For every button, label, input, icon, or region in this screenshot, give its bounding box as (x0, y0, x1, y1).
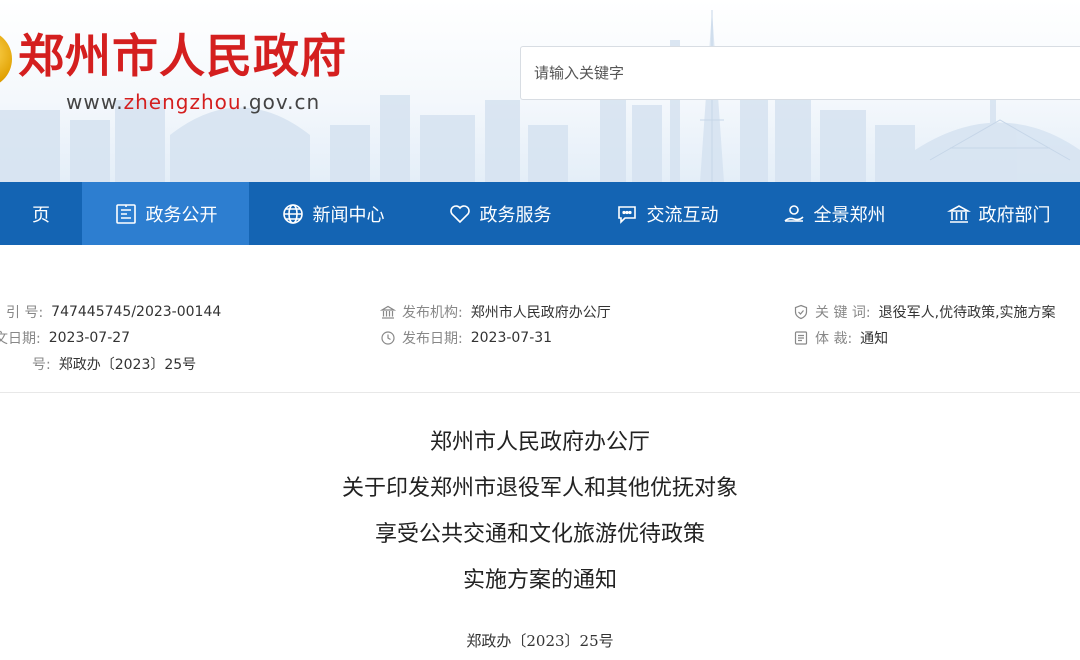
nav-label-departments: 政府部门 (978, 204, 1051, 226)
heart-icon (448, 202, 472, 226)
meta-keywords-label: 关 键 词: (815, 305, 871, 321)
meta-date-value: 2023-07-27 (48, 330, 131, 346)
document-number: 郑政办〔2023〕25号 (466, 632, 614, 650)
hand-cloud-icon (782, 202, 806, 226)
meta-keywords-value: 退役军人,优待政策,实施方案 (878, 305, 1056, 321)
clock-icon (380, 330, 396, 346)
nav-label-government-services: 政务服务 (479, 204, 552, 226)
nav-item-panorama[interactable]: 全景郑州 (750, 182, 917, 245)
search-input[interactable] (521, 47, 934, 99)
document-board-icon (114, 202, 138, 226)
nav-item-departments[interactable]: 政府部门 (917, 182, 1080, 245)
meta-keywords: 关 键 词: 退役军人,优待政策,实施方案 (793, 302, 1056, 322)
url-prefix: www. (66, 90, 124, 114)
site-header: 郑州市人民政府 www.zhengzhou.gov.cn (0, 0, 1080, 182)
nav-item-news-center[interactable]: 新闻中心 (249, 182, 416, 245)
site-title: 郑州市人民政府 (18, 29, 347, 83)
nav-item-home[interactable]: 页 (0, 182, 82, 245)
meta-date: 文日期: 2023-07-27 (0, 328, 130, 348)
globe-icon (281, 202, 305, 226)
meta-index-label: 引 号: (6, 305, 44, 321)
nav-label-interaction: 交流互动 (646, 204, 719, 226)
meta-pubdate: 发布日期: 2023-07-31 (380, 328, 552, 348)
chat-bubble-icon (615, 202, 639, 226)
meta-index-value: 747445745/2023-00144 (51, 304, 222, 320)
meta-pubdate-value: 2023-07-31 (470, 330, 553, 346)
nav-item-interaction[interactable]: 交流互动 (583, 182, 750, 245)
search-box (520, 46, 1080, 100)
meta-genre-value: 通知 (860, 331, 889, 347)
meta-genre: 体 裁: 通知 (793, 328, 888, 348)
nav-label-panorama: 全景郑州 (813, 204, 886, 226)
site-url: www.zhengzhou.gov.cn (66, 90, 320, 114)
document-title-line: 实施方案的通知 (462, 568, 617, 593)
meta-index: 引 号: 747445745/2023-00144 (6, 302, 221, 322)
meta-docno-value: 郑政办〔2023〕25号 (58, 357, 197, 373)
document-title: 郑州市人民政府办公厅 关于印发郑州市退役军人和其他优抚对象 享受公共交通和文化旅… (0, 420, 1080, 604)
nav-label-home: 页 (32, 204, 50, 226)
meta-publisher: 发布机构: 郑州市人民政府办公厅 (380, 302, 611, 322)
nav-label-government-affairs: 政务公开 (145, 204, 218, 226)
list-document-icon (793, 330, 809, 346)
meta-publisher-value: 郑州市人民政府办公厅 (470, 305, 611, 321)
document-title-line: 享受公共交通和文化旅游优待政策 (374, 522, 705, 547)
url-highlight: zhengzhou (123, 90, 242, 114)
meta-date-label: 文日期: (0, 331, 41, 347)
nav-item-government-services[interactable]: 政务服务 (416, 182, 583, 245)
government-building-icon (946, 202, 971, 226)
url-suffix: .gov.cn (241, 90, 321, 114)
nav-label-news-center: 新闻中心 (312, 204, 385, 226)
meta-docno-label: 号: (32, 357, 51, 373)
meta-genre-label: 体 裁: (815, 331, 853, 347)
meta-publisher-label: 发布机构: (402, 305, 463, 321)
building-icon (380, 304, 396, 320)
document-meta: 引 号: 747445745/2023-00144 文日期: 2023-07-2… (0, 292, 1080, 393)
meta-pubdate-label: 发布日期: (402, 331, 463, 347)
shield-check-icon (793, 304, 809, 320)
main-nav: 页 政务公开 新闻中心 政务服务 交流互动 全景郑州 政府部门 (0, 182, 1080, 245)
document-title-line: 郑州市人民政府办公厅 (429, 430, 650, 455)
document-title-line: 关于印发郑州市退役军人和其他优抚对象 (341, 476, 738, 501)
nav-item-government-affairs[interactable]: 政务公开 (82, 182, 249, 245)
meta-docno: 号: 郑政办〔2023〕25号 (32, 354, 196, 374)
